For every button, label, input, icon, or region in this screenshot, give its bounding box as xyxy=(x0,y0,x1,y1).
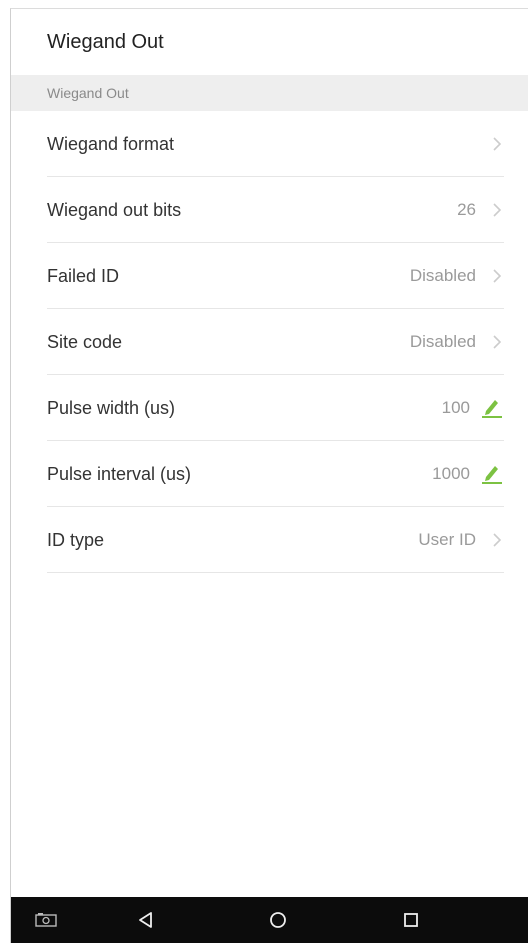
chevron-right-icon xyxy=(490,201,504,219)
recents-icon[interactable] xyxy=(394,897,428,943)
row-value: User ID xyxy=(418,530,476,549)
device-screen: Wiegand Out Wiegand Out Wiegand format W… xyxy=(10,8,528,943)
row-value: 100 xyxy=(441,398,470,417)
pencil-edit-icon[interactable] xyxy=(480,397,504,419)
row-wiegand-format[interactable]: Wiegand format xyxy=(11,111,528,177)
row-value: 1000 xyxy=(432,464,470,483)
row-value: Disabled xyxy=(409,332,476,351)
section-title: Wiegand Out xyxy=(47,85,129,101)
row-value: Disabled xyxy=(409,266,476,285)
chevron-right-icon xyxy=(490,267,504,285)
screenshot-icon[interactable] xyxy=(29,897,63,943)
row-failed-id[interactable]: Failed ID Disabled xyxy=(11,243,528,309)
row-label: Wiegand out bits xyxy=(47,199,182,220)
row-label: Failed ID xyxy=(47,265,120,286)
page-title: Wiegand Out xyxy=(47,30,164,53)
back-icon[interactable] xyxy=(129,897,163,943)
row-label: Pulse width (us) xyxy=(47,397,176,418)
row-label: Wiegand format xyxy=(47,133,175,154)
row-pulse-width[interactable]: Pulse width (us) 100 xyxy=(11,375,528,441)
row-label: Pulse interval (us) xyxy=(47,463,192,484)
chevron-right-icon xyxy=(490,333,504,351)
pencil-edit-icon[interactable] xyxy=(480,463,504,485)
chevron-right-icon xyxy=(490,531,504,549)
section-header: Wiegand Out xyxy=(11,75,528,111)
row-label: ID type xyxy=(47,529,105,550)
system-nav-bar xyxy=(11,897,528,943)
row-id-type[interactable]: ID type User ID xyxy=(11,507,528,573)
row-wiegand-out-bits[interactable]: Wiegand out bits 26 xyxy=(11,177,528,243)
row-site-code[interactable]: Site code Disabled xyxy=(11,309,528,375)
settings-list: Wiegand format Wiegand out bits 26 Faile… xyxy=(11,111,528,573)
row-pulse-interval[interactable]: Pulse interval (us) 1000 xyxy=(11,441,528,507)
title-bar: Wiegand Out xyxy=(11,9,528,75)
chevron-right-icon xyxy=(490,135,504,153)
row-label: Site code xyxy=(47,331,123,352)
row-value: 26 xyxy=(457,200,476,219)
home-icon[interactable] xyxy=(261,897,295,943)
